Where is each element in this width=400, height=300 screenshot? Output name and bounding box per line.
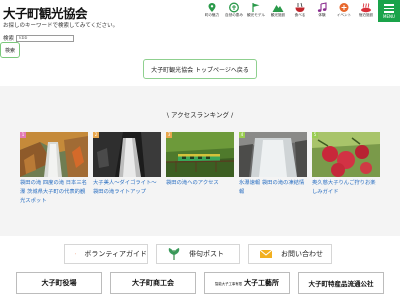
nav-item-nature[interactable]: 自然の恵み: [223, 2, 245, 22]
contact-button[interactable]: お問い合わせ: [248, 244, 332, 264]
ranking-caption-4[interactable]: 氷瀑速報 袋田の滝の凍結情報: [239, 179, 307, 197]
ranking-caption-2[interactable]: 大子美人〜ダイゴライト〜 袋田の滝ライトアップ: [93, 179, 161, 197]
search-label: 検索: [3, 36, 15, 42]
leaf-icon: [168, 248, 180, 260]
kougeisho-sub-label: 智能大子工事有限: [214, 281, 243, 286]
ranking-photo-4[interactable]: 4: [239, 132, 307, 177]
menu-bar: [384, 7, 394, 10]
distribution-label: 大子町特産品流通公社: [308, 280, 374, 288]
nav-item-experience[interactable]: 体験: [311, 2, 333, 22]
flag-icon: [75, 253, 77, 255]
mountain-icon: [272, 5, 284, 12]
search-row: 検索: [3, 34, 75, 42]
search-instruction: お探しのキーワードで検索してみてください。: [3, 23, 119, 29]
site-title[interactable]: 大子町観光協会: [3, 3, 88, 22]
mail-icon: [259, 249, 273, 258]
nav-item-stay[interactable]: 宿泊施設: [355, 2, 377, 22]
distribution-banner[interactable]: 大子町特産品流通公社: [298, 272, 384, 294]
rank-badge-2: 2: [93, 132, 99, 138]
ranking-card-2[interactable]: 2 大子美人〜ダイゴライト〜 袋田の滝ライトアップ: [93, 132, 161, 197]
nav-item-food[interactable]: 食べる: [289, 2, 311, 22]
town-office-banner[interactable]: 大子町役場: [16, 272, 102, 294]
town-office-label: 大子町役場: [41, 279, 77, 287]
commerce-label: 大子町商工会: [132, 279, 174, 287]
kougeisho-banner[interactable]: 智能大子工事有限 大子工藝所: [204, 272, 290, 294]
nature-icon: [229, 2, 239, 13]
noodle-icon: [295, 2, 305, 12]
rank-badge-4: 4: [239, 132, 245, 138]
ranking-title: \ アクセスランキング /: [166, 111, 234, 119]
rank-badge-5: 5: [312, 132, 318, 138]
kougeisho-label: 大子工藝所: [244, 279, 280, 287]
ranking-card-5[interactable]: 5 奥久慈大子りんご狩りお楽しみガイド: [312, 132, 380, 197]
flag-icon: [252, 3, 260, 12]
access-ranking-section: \ アクセスランキング / 1 袋田の滝 四度の滝 日本三名瀑 茨城県大子町の代…: [0, 86, 400, 236]
lightup-photo: [93, 132, 161, 177]
onsen-icon: [361, 3, 371, 13]
ranking-caption-1[interactable]: 袋田の滝 四度の滝 日本三名瀑 茨城県大子町の代表的観光スポット: [20, 179, 88, 206]
music-icon: [317, 2, 327, 12]
frozen-waterfall-photo: [239, 132, 307, 177]
nav-item-event[interactable]: イベント: [333, 2, 355, 22]
rank-badge-3: 3: [166, 132, 172, 138]
search-button[interactable]: 検索: [0, 42, 20, 58]
apple-photo: [312, 132, 380, 177]
train-photo: [166, 132, 234, 177]
ranking-photo-3[interactable]: 3: [166, 132, 234, 177]
ranking-card-1[interactable]: 1 袋田の滝 四度の滝 日本三名瀑 茨城県大子町の代表的観光スポット: [20, 132, 88, 206]
waterfall-autumn-photo: [20, 132, 88, 177]
ranking-photo-2[interactable]: 2: [93, 132, 161, 177]
ranking-caption-5[interactable]: 奥久慈大子りんご狩りお楽しみガイド: [312, 179, 380, 197]
global-nav: 町の魅力 自然の恵み 観光モデル 観光施設 食べる 体験 イベント 宿泊施設: [201, 2, 399, 22]
volunteer-guide-label: ボランティアガイド: [84, 250, 147, 258]
nav-item-facilities[interactable]: 観光施設: [267, 2, 289, 22]
ranking-card-3[interactable]: 3 袋田の滝へのアクセス: [166, 132, 234, 188]
nav-item-model[interactable]: 観光モデル: [245, 2, 267, 22]
ranking-card-4[interactable]: 4 氷瀑速報 袋田の滝の凍結情報: [239, 132, 307, 197]
menu-bar: [384, 4, 394, 6]
search-input[interactable]: [16, 34, 75, 42]
ranking-caption-3[interactable]: 袋田の滝へのアクセス: [166, 179, 234, 188]
menu-bar: [384, 11, 394, 13]
ranking-photo-5[interactable]: 5: [312, 132, 380, 177]
haiku-post-label: 俳句ポスト: [189, 250, 224, 258]
volunteer-guide-button[interactable]: ボランティアガイド: [64, 244, 148, 264]
menu-button[interactable]: MENU: [378, 0, 400, 22]
site-header: 大子町観光協会 町の魅力 自然の恵み 観光モデル 観光施設 食べる 体験 イベン…: [0, 0, 400, 22]
location-icon: [208, 3, 216, 12]
contact-label: お問い合わせ: [281, 250, 323, 258]
top-page-link[interactable]: 大子町観光協会 トップページへ戻る: [143, 59, 257, 79]
commerce-banner[interactable]: 大子町商工会: [110, 272, 196, 294]
nav-item-charm[interactable]: 町の魅力: [201, 2, 223, 22]
rank-badge-1: 1: [20, 132, 26, 138]
haiku-post-button[interactable]: 俳句ポスト: [156, 244, 240, 264]
ranking-photo-1[interactable]: 1: [20, 132, 88, 177]
event-icon: [339, 3, 349, 12]
menu-label: MENU: [383, 13, 395, 19]
